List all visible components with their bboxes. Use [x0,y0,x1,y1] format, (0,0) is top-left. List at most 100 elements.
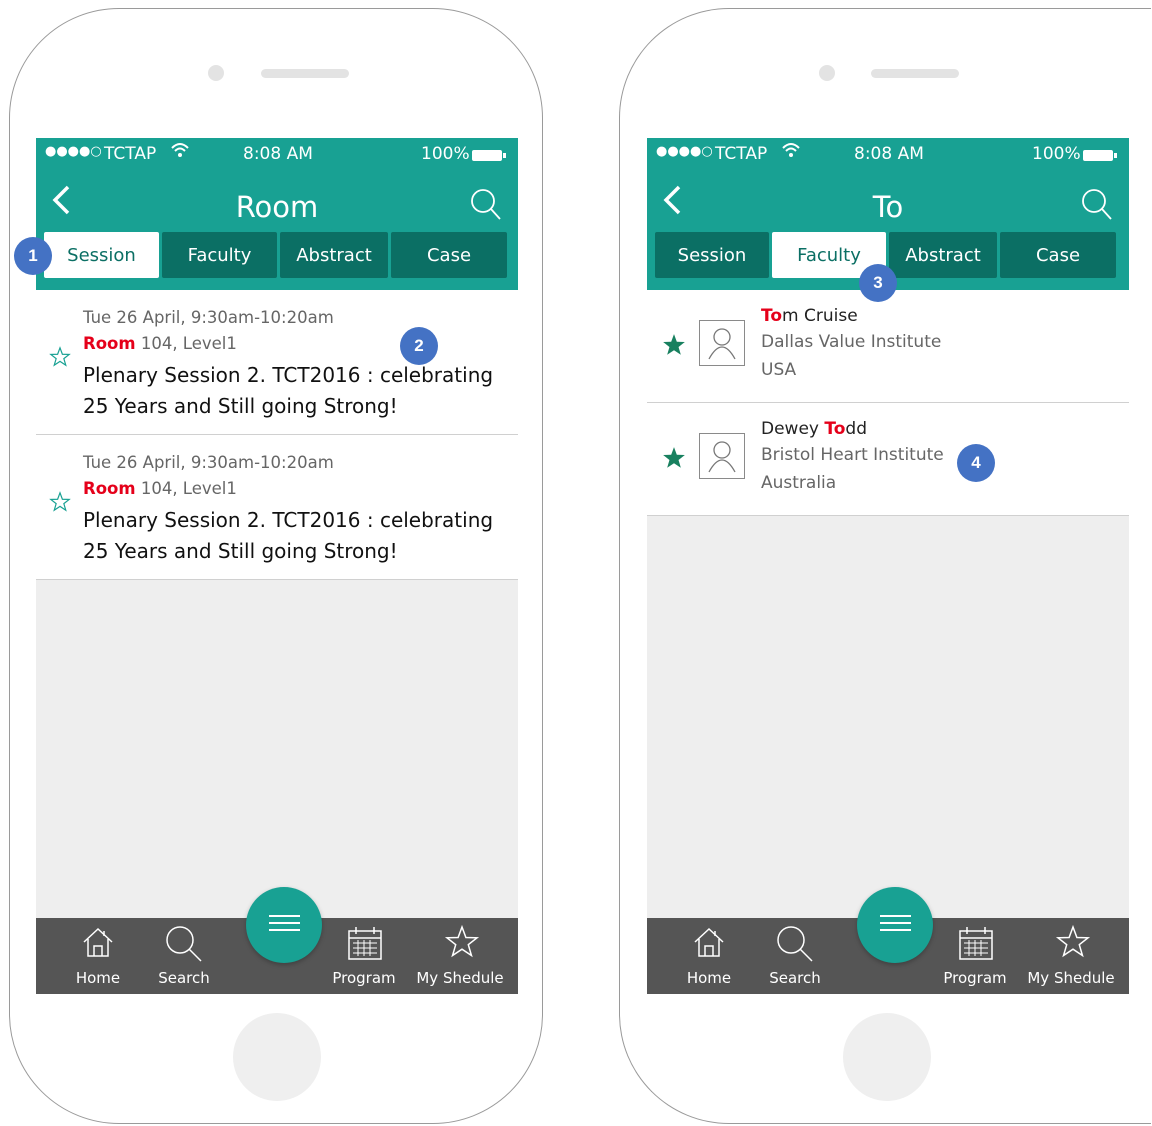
status-bar: ●●●●○ TCTAP 8:08 AM 100% [647,138,1129,170]
wifi-icon [170,141,190,164]
screen-left: ●●●●○ TCTAP 8:08 AM 100% Room Session Fa… [36,138,518,994]
battery-tip [1114,153,1117,158]
faculty-name: Tom Cruise [761,306,858,326]
menu-icon-line [269,929,300,931]
home-button[interactable] [233,1013,321,1101]
search-icon[interactable] [470,188,502,226]
nav-my-schedule[interactable]: My Shedule [412,918,508,994]
room-detail: 104, Level1 [135,479,237,498]
session-title: Plenary Session 2. TCT2016 : celebrating… [83,363,494,418]
status-time: 8:08 AM [243,144,313,164]
nav-schedule-label: My Shedule [416,969,504,987]
battery-tip [503,153,506,158]
nav-schedule-label: My Shedule [1027,969,1115,987]
annotation-marker-4: 4 [957,444,995,482]
annotation-marker-3: 3 [859,264,897,302]
star-filled-icon[interactable] [661,445,687,475]
nav-search-label: Search [769,969,821,987]
menu-fab-button[interactable] [246,887,322,963]
result-tabs: Session Faculty Abstract Case [44,232,510,280]
nav-program-label: Program [332,969,396,987]
nav-program[interactable]: Program [328,918,400,994]
app-header: Room Session Faculty Abstract Case [36,170,518,290]
session-item[interactable]: Tue 26 April, 9:30am-10:20am Room 104, L… [36,435,518,580]
faculty-item[interactable]: Dewey Todd Bristol Heart Institute Austr… [647,403,1129,516]
battery-icon [1083,150,1113,161]
front-camera [819,65,835,81]
home-icon [83,927,113,957]
search-query-title: Room [235,190,319,224]
room-highlight: Room [83,479,136,498]
name-prefix: Dewey [761,419,825,439]
nav-search[interactable]: Search [759,918,831,994]
speaker [871,69,959,78]
menu-icon-line [880,929,911,931]
status-time: 8:08 AM [854,144,924,164]
home-icon [694,927,724,957]
menu-icon-line [269,922,300,924]
menu-icon-line [880,922,911,924]
name-highlight: To [824,419,846,439]
carrier-name: TCTAP [104,144,157,164]
battery-percent: 100% [1032,144,1081,164]
tab-abstract[interactable]: Abstract [280,232,388,278]
faculty-item[interactable]: Tom Cruise Dallas Value Institute USA [647,290,1129,403]
session-list: Tue 26 April, 9:30am-10:20am Room 104, L… [36,290,518,580]
name-suffix: dd [845,419,868,439]
faculty-country: USA [761,360,797,380]
name-suffix: m Cruise [782,306,858,326]
nav-my-schedule[interactable]: My Shedule [1023,918,1119,994]
star-outline-icon [1055,924,1091,958]
search-icon[interactable] [1081,188,1113,226]
tab-session[interactable]: Session [44,232,159,278]
tab-session[interactable]: Session [655,232,769,278]
tab-case[interactable]: Case [391,232,507,278]
tab-case[interactable]: Case [1000,232,1116,278]
nav-home-label: Home [75,969,121,987]
session-item[interactable]: Tue 26 April, 9:30am-10:20am Room 104, L… [36,290,518,435]
nav-program[interactable]: Program [939,918,1011,994]
annotation-marker-2: 2 [400,327,438,365]
faculty-institute: Dallas Value Institute [761,332,942,352]
star-outline-icon [444,924,480,958]
battery-percent: 100% [421,144,470,164]
faculty-name: Dewey Todd [761,419,867,439]
battery-icon [472,150,502,161]
menu-fab-button[interactable] [857,887,933,963]
session-datetime: Tue 26 April, 9:30am-10:20am [83,453,334,472]
room-detail: 104, Level1 [135,334,237,353]
calendar-icon [959,927,993,960]
person-avatar-icon [699,320,745,366]
person-avatar-icon [699,433,745,479]
speaker [261,69,349,78]
star-filled-icon[interactable] [661,332,687,362]
star-outline-icon[interactable] [49,346,71,372]
nav-home[interactable]: Home [673,918,745,994]
room-highlight: Room [83,334,136,353]
wifi-icon [781,141,801,164]
nav-home-label: Home [686,969,732,987]
tab-faculty[interactable]: Faculty [162,232,277,278]
nav-program-label: Program [943,969,1007,987]
faculty-list: Tom Cruise Dallas Value Institute USA De… [647,290,1129,516]
search-icon [777,926,813,962]
status-bar: ●●●●○ TCTAP 8:08 AM 100% [36,138,518,170]
nav-home[interactable]: Home [62,918,134,994]
nav-search[interactable]: Search [148,918,220,994]
home-button[interactable] [843,1013,931,1101]
name-highlight: To [761,306,783,326]
faculty-institute: Bristol Heart Institute [761,445,944,465]
annotation-marker-1: 1 [14,237,52,275]
tab-abstract[interactable]: Abstract [889,232,997,278]
carrier-name: TCTAP [715,144,768,164]
signal-dots: ●●●●○ [656,144,713,159]
session-room: Room 104, Level1 [83,479,237,498]
signal-dots: ●●●●○ [45,144,102,159]
session-room: Room 104, Level1 [83,334,237,353]
nav-search-label: Search [158,969,210,987]
session-title: Plenary Session 2. TCT2016 : celebrating… [83,508,494,563]
session-datetime: Tue 26 April, 9:30am-10:20am [83,308,334,327]
menu-icon [269,915,300,917]
front-camera [208,65,224,81]
star-outline-icon[interactable] [49,491,71,517]
